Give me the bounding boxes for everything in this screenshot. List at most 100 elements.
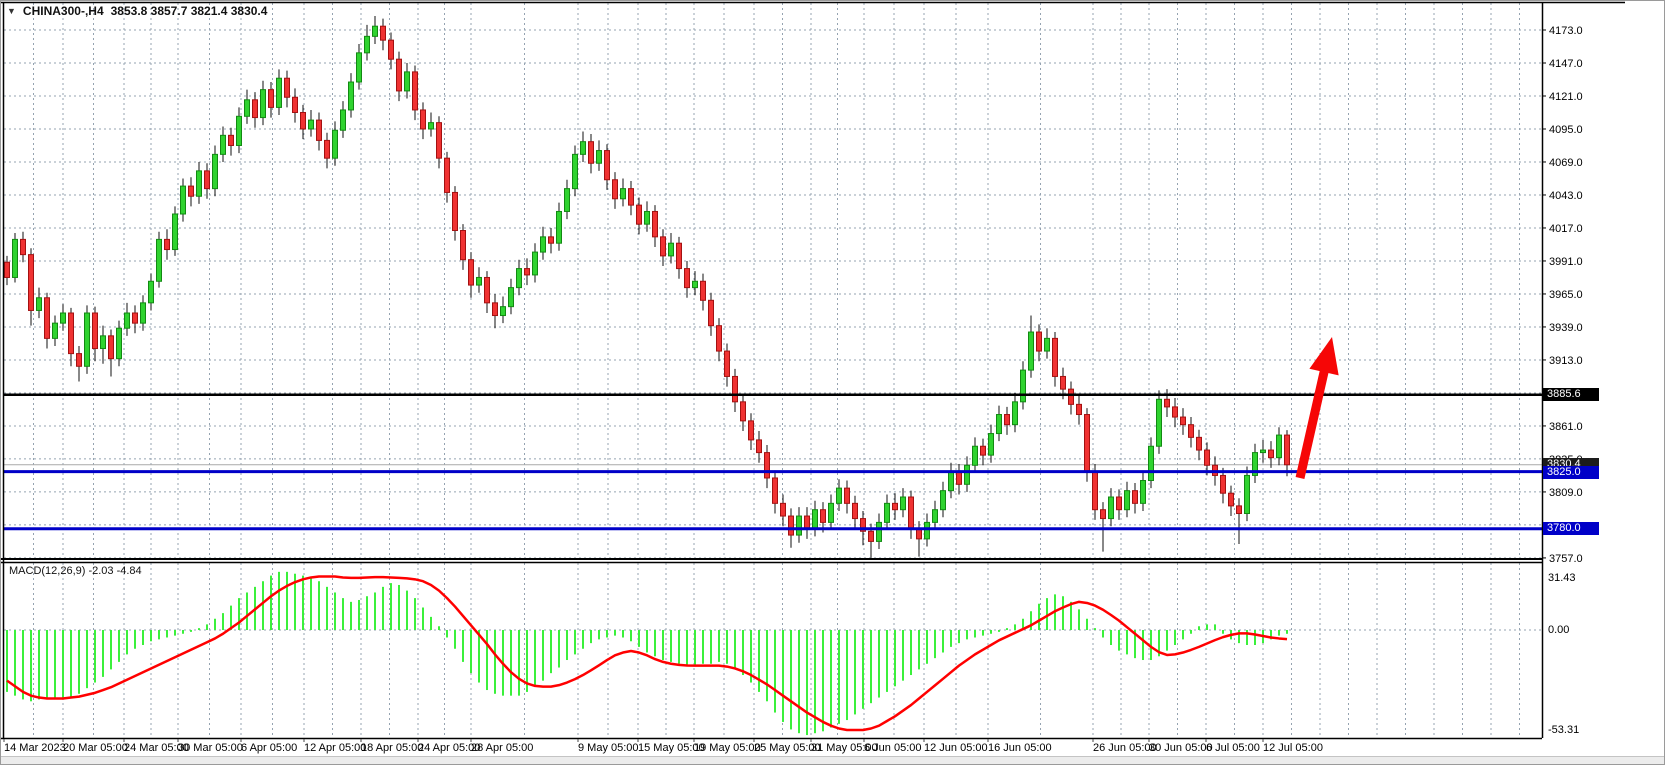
date-label: 18 Apr 05:00 bbox=[361, 742, 423, 754]
price-tick-label: 3965.0 bbox=[1549, 289, 1583, 301]
macd-scale-zero: 0.00 bbox=[1548, 624, 1569, 636]
candle-body bbox=[1085, 415, 1090, 472]
candle-body bbox=[837, 488, 842, 503]
macd-scale-min: -53.31 bbox=[1548, 724, 1579, 736]
candle-body bbox=[1109, 497, 1114, 519]
candle-body bbox=[93, 313, 98, 349]
candle-body bbox=[637, 205, 642, 224]
candle-body bbox=[1141, 481, 1146, 504]
candle-body bbox=[1237, 506, 1242, 514]
candle-body bbox=[541, 237, 546, 252]
candle-body bbox=[869, 531, 874, 541]
candle-body bbox=[413, 72, 418, 110]
price-tick-label: 4147.0 bbox=[1549, 58, 1583, 70]
candle-body bbox=[1093, 472, 1098, 510]
candle-body bbox=[309, 120, 314, 129]
candle-body bbox=[1005, 415, 1010, 425]
candle-body bbox=[325, 140, 330, 158]
candle-body bbox=[445, 158, 450, 192]
candle-body bbox=[757, 440, 762, 453]
candle-body bbox=[501, 307, 506, 316]
candle-body bbox=[677, 243, 682, 268]
trading-terminal-chart-window: 4173.04147.04121.04095.04069.04043.04017… bbox=[0, 0, 1665, 765]
candle-body bbox=[701, 281, 706, 300]
up-arrow-annotation[interactable] bbox=[1300, 337, 1339, 478]
candle-body bbox=[933, 510, 938, 523]
candle-body bbox=[133, 313, 138, 323]
candle-body bbox=[349, 82, 354, 110]
price-level-label-3885: 3885.6 bbox=[1543, 388, 1599, 401]
candle-body bbox=[173, 214, 178, 250]
candle-body bbox=[37, 298, 42, 311]
date-label: 30 Jun 05:00 bbox=[1149, 742, 1213, 754]
candle-body bbox=[973, 446, 978, 465]
candle-body bbox=[773, 478, 778, 503]
candle-body bbox=[437, 123, 442, 159]
candle-body bbox=[877, 522, 882, 541]
candle-body bbox=[1101, 510, 1106, 519]
candle-body bbox=[197, 171, 202, 196]
candle-body bbox=[189, 186, 194, 196]
candle-body bbox=[1021, 370, 1026, 402]
candle-body bbox=[213, 154, 218, 188]
candle-body bbox=[69, 313, 74, 354]
candle-body bbox=[509, 288, 514, 307]
chevron-down-icon[interactable]: ▼ bbox=[7, 6, 16, 16]
candle-body bbox=[893, 503, 898, 509]
candle-body bbox=[733, 376, 738, 401]
candle-body bbox=[685, 269, 690, 288]
candle-body bbox=[661, 237, 666, 256]
candle-body bbox=[853, 503, 858, 518]
candle-body bbox=[285, 78, 290, 97]
candlesticks bbox=[5, 16, 1290, 558]
candle-body bbox=[101, 336, 106, 349]
candle-body bbox=[1117, 497, 1122, 510]
macd-indicator-label: MACD(12,26,9) -2.03 -4.84 bbox=[9, 565, 142, 577]
date-label: 26 Jun 05:00 bbox=[1093, 742, 1157, 754]
candle-body bbox=[1077, 404, 1082, 414]
candle-body bbox=[829, 503, 834, 522]
candle-body bbox=[253, 100, 258, 118]
candle-body bbox=[493, 303, 498, 316]
price-tick-label: 3861.0 bbox=[1549, 421, 1583, 433]
candle-body bbox=[925, 522, 930, 538]
candle-body bbox=[653, 211, 658, 236]
date-label: 30 Mar 05:00 bbox=[178, 742, 243, 754]
candle-body bbox=[157, 239, 162, 281]
candle-body bbox=[293, 97, 298, 112]
candle-body bbox=[901, 497, 906, 510]
price-tick-label: 3939.0 bbox=[1549, 322, 1583, 334]
price-tick-label: 4069.0 bbox=[1549, 157, 1583, 169]
candle-body bbox=[1069, 389, 1074, 404]
chart-title-bar: ▼ CHINA300-,H4 3853.8 3857.7 3821.4 3830… bbox=[7, 4, 267, 18]
price-tick-label: 4173.0 bbox=[1549, 25, 1583, 37]
candle-body bbox=[269, 90, 274, 108]
candle-body bbox=[1261, 450, 1266, 453]
candle-body bbox=[981, 446, 986, 455]
candle-body bbox=[965, 465, 970, 484]
candle-body bbox=[261, 90, 266, 118]
candle-body bbox=[693, 281, 698, 287]
candle-body bbox=[53, 323, 58, 338]
candle-body bbox=[1029, 332, 1034, 370]
candle-body bbox=[317, 120, 322, 140]
candle-body bbox=[357, 53, 362, 82]
date-label: 6 Apr 05:00 bbox=[241, 742, 297, 754]
candle-body bbox=[333, 130, 338, 158]
candle-body bbox=[581, 142, 586, 155]
candle-body bbox=[1189, 425, 1194, 438]
date-label: 12 Apr 05:00 bbox=[304, 742, 366, 754]
price-tick-label: 3757.0 bbox=[1549, 553, 1583, 565]
candle-body bbox=[533, 252, 538, 275]
candle-body bbox=[1205, 450, 1210, 465]
candle-body bbox=[277, 78, 282, 107]
candle-body bbox=[389, 40, 394, 59]
candle-body bbox=[149, 281, 154, 303]
date-label: 12 Jun 05:00 bbox=[924, 742, 988, 754]
chart-canvas[interactable]: 4173.04147.04121.04095.04069.04043.04017… bbox=[1, 1, 1665, 765]
candle-body bbox=[941, 491, 946, 510]
candle-body bbox=[1045, 338, 1050, 351]
candle-body bbox=[429, 123, 434, 129]
candle-body bbox=[221, 135, 226, 154]
candle-body bbox=[117, 328, 122, 358]
